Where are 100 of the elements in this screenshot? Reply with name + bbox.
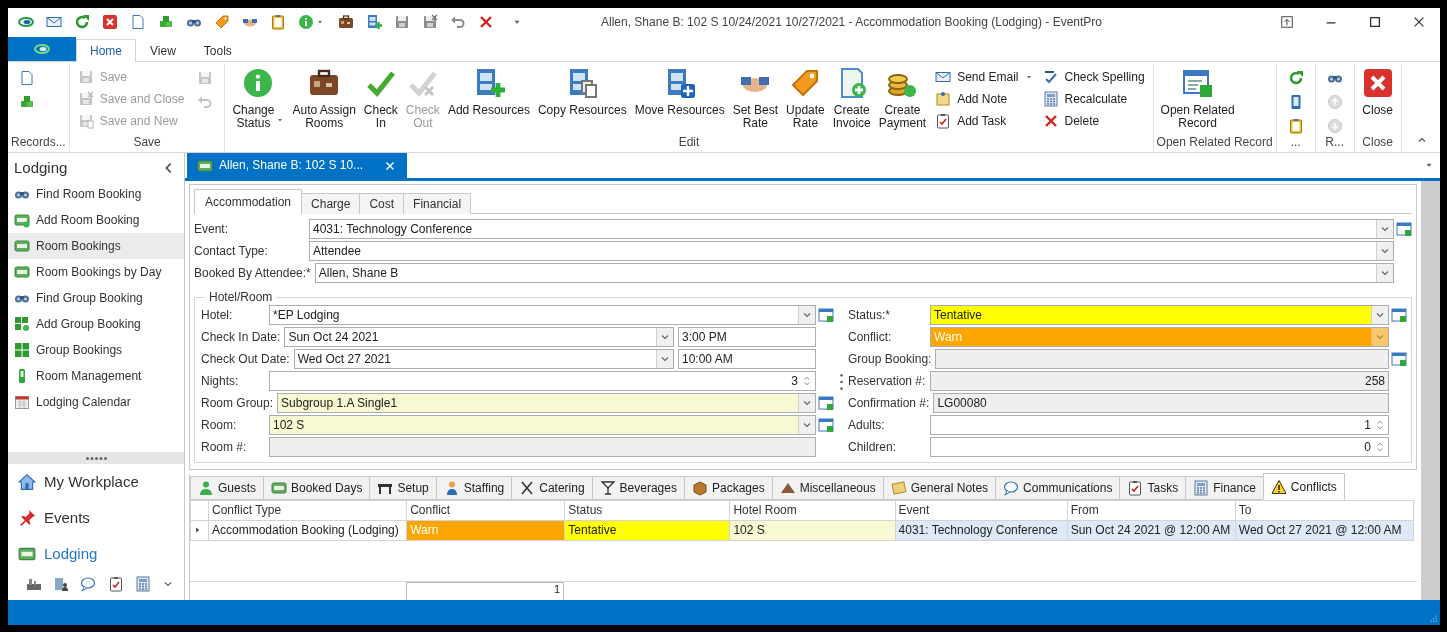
input-field[interactable]: Wed Oct 27 2021 — [293, 349, 674, 370]
window-icon[interactable] — [818, 307, 834, 324]
dropdown-button[interactable] — [1376, 264, 1393, 283]
ribbon-button[interactable]: Add Note — [930, 88, 1038, 110]
sidebar-item[interactable]: Add Room Booking — [8, 207, 184, 233]
detail-tab[interactable]: Communications — [995, 476, 1121, 501]
time-field[interactable]: 3:00 PM — [678, 327, 816, 348]
document-tab[interactable]: Allen, Shane B: 102 S 10... — [187, 153, 408, 178]
save-close-icon[interactable] — [422, 14, 438, 30]
column-header[interactable]: To — [1235, 500, 1414, 521]
ribbon-tab[interactable]: Tools — [189, 38, 246, 62]
ribbon-button[interactable]: Move Resources — [630, 64, 729, 117]
navigation-item[interactable]: My Workplace — [8, 464, 184, 500]
refresh-icon[interactable] — [74, 14, 90, 30]
refresh-icon[interactable] — [1287, 70, 1304, 86]
input-field[interactable]: Attendee — [309, 241, 1394, 262]
clipboard-icon[interactable] — [1287, 118, 1304, 134]
window-icon[interactable] — [1396, 221, 1412, 238]
ribbon-button[interactable]: Add Task — [930, 110, 1038, 132]
building-person-icon[interactable] — [53, 576, 70, 592]
scrollbar[interactable] — [1421, 181, 1440, 600]
ribbon-button[interactable]: Create Payment — [874, 64, 931, 130]
page-icon[interactable] — [130, 14, 146, 30]
save-icon[interactable] — [394, 14, 410, 30]
sidebar-item[interactable]: Add Group Booking — [8, 311, 184, 337]
suitcase-icon[interactable] — [338, 14, 354, 30]
undo-icon[interactable] — [450, 14, 466, 30]
calculator-icon[interactable] — [134, 576, 151, 592]
navigation-item[interactable]: Events — [8, 500, 184, 536]
input-field[interactable]: 3 — [269, 371, 816, 392]
column-header[interactable]: From — [1067, 500, 1236, 521]
time-field[interactable]: 10:00 AM — [678, 349, 816, 370]
dropdown-button[interactable] — [656, 350, 673, 369]
sidebar-item[interactable]: Find Group Booking — [8, 285, 184, 311]
input-field[interactable]: 1 — [930, 415, 1389, 436]
ribbon-button[interactable]: Check In — [359, 64, 402, 130]
input-field[interactable]: 258 — [930, 371, 1389, 392]
input-field[interactable]: *EP Lodging — [269, 305, 816, 326]
ribbon-button[interactable]: Check Spelling — [1037, 66, 1150, 88]
input-field[interactable]: Tentative — [930, 305, 1389, 326]
form-tab[interactable]: Accommodation — [194, 189, 303, 215]
ribbon-button[interactable]: Close — [1357, 64, 1398, 117]
detail-tab[interactable]: General Notes — [882, 476, 997, 501]
ribbon-button[interactable]: Delete — [1037, 110, 1150, 132]
pin-window-icon[interactable] — [1280, 15, 1294, 29]
column-header[interactable]: Status — [564, 500, 730, 521]
column-header[interactable]: Hotel Room — [729, 500, 896, 521]
ribbon-tab[interactable]: View — [136, 38, 190, 62]
ribbon-tab[interactable]: Home — [76, 38, 136, 62]
factory-icon[interactable] — [26, 576, 42, 592]
window-icon[interactable] — [1391, 307, 1407, 324]
input-field[interactable]: 102 S — [269, 415, 816, 436]
input-field[interactable]: 4031: Technology Conference — [309, 219, 1394, 240]
input-field[interactable]: Sun Oct 24 2021 — [284, 327, 674, 348]
sidebar-item[interactable]: Room Bookings — [8, 233, 184, 259]
dropdown-button[interactable] — [1376, 242, 1393, 261]
window-icon[interactable] — [818, 417, 834, 434]
ribbon-button[interactable]: Add Resources — [443, 64, 534, 117]
detail-tab[interactable]: Miscellaneous — [771, 476, 884, 501]
detail-tab[interactable]: Setup — [369, 476, 437, 501]
detail-tab[interactable]: Booked Days — [263, 476, 371, 501]
input-field[interactable]: 0 — [930, 437, 1389, 458]
input-field[interactable]: Subgroup 1.A Single1 — [277, 393, 816, 414]
sidebar-item[interactable]: Group Bookings — [8, 337, 184, 363]
cabinet-plus-icon[interactable] — [366, 14, 382, 30]
column-header[interactable]: Event — [895, 500, 1068, 521]
input-field[interactable]: Allen, Shane B — [314, 263, 1394, 284]
ribbon-button[interactable]: Open Related Record — [1156, 64, 1239, 130]
dropdown-button[interactable] — [1376, 220, 1393, 239]
ribbon-button[interactable]: Recalculate — [1037, 88, 1150, 110]
dropdown-button[interactable] — [798, 394, 815, 413]
navigation-item[interactable]: Lodging — [8, 536, 184, 572]
clipboard-icon[interactable] — [270, 14, 286, 30]
input-field[interactable]: LG00080 — [933, 393, 1389, 414]
dropdown-button[interactable] — [656, 328, 673, 347]
sidebar-item[interactable]: Find Room Booking — [8, 181, 184, 207]
grip-icon[interactable] — [839, 374, 843, 391]
ribbon-button[interactable]: Set Best Rate — [728, 64, 783, 130]
detail-tab[interactable]: Packages — [683, 476, 773, 501]
detail-tab[interactable]: Conflicts — [1262, 473, 1345, 501]
envelope-icon[interactable] — [46, 14, 62, 30]
sidebar-item[interactable]: Room Management — [8, 363, 184, 389]
delete-icon[interactable] — [478, 14, 494, 30]
info-icon[interactable] — [298, 14, 314, 30]
detail-tab[interactable]: Tasks — [1119, 476, 1187, 501]
detail-tab[interactable]: Guests — [190, 476, 264, 501]
tag-icon[interactable] — [214, 14, 230, 30]
sidebar-item[interactable]: Lodging Calendar — [8, 389, 184, 415]
sidebar-item[interactable]: Room Bookings by Day — [8, 259, 184, 285]
close-icon[interactable] — [1412, 15, 1426, 29]
window-icon[interactable] — [1391, 351, 1407, 368]
page-icon[interactable] — [19, 70, 35, 86]
detail-tab[interactable]: Catering — [511, 476, 593, 501]
form-tab[interactable]: Financial — [403, 193, 472, 215]
form-tab[interactable]: Cost — [359, 193, 405, 215]
column-header[interactable]: Conflict Type — [208, 500, 407, 521]
speech-bubble-icon[interactable] — [80, 576, 97, 592]
cubes-icon[interactable] — [19, 94, 35, 110]
dropdown-button[interactable] — [1371, 306, 1388, 325]
input-field[interactable] — [269, 437, 816, 458]
